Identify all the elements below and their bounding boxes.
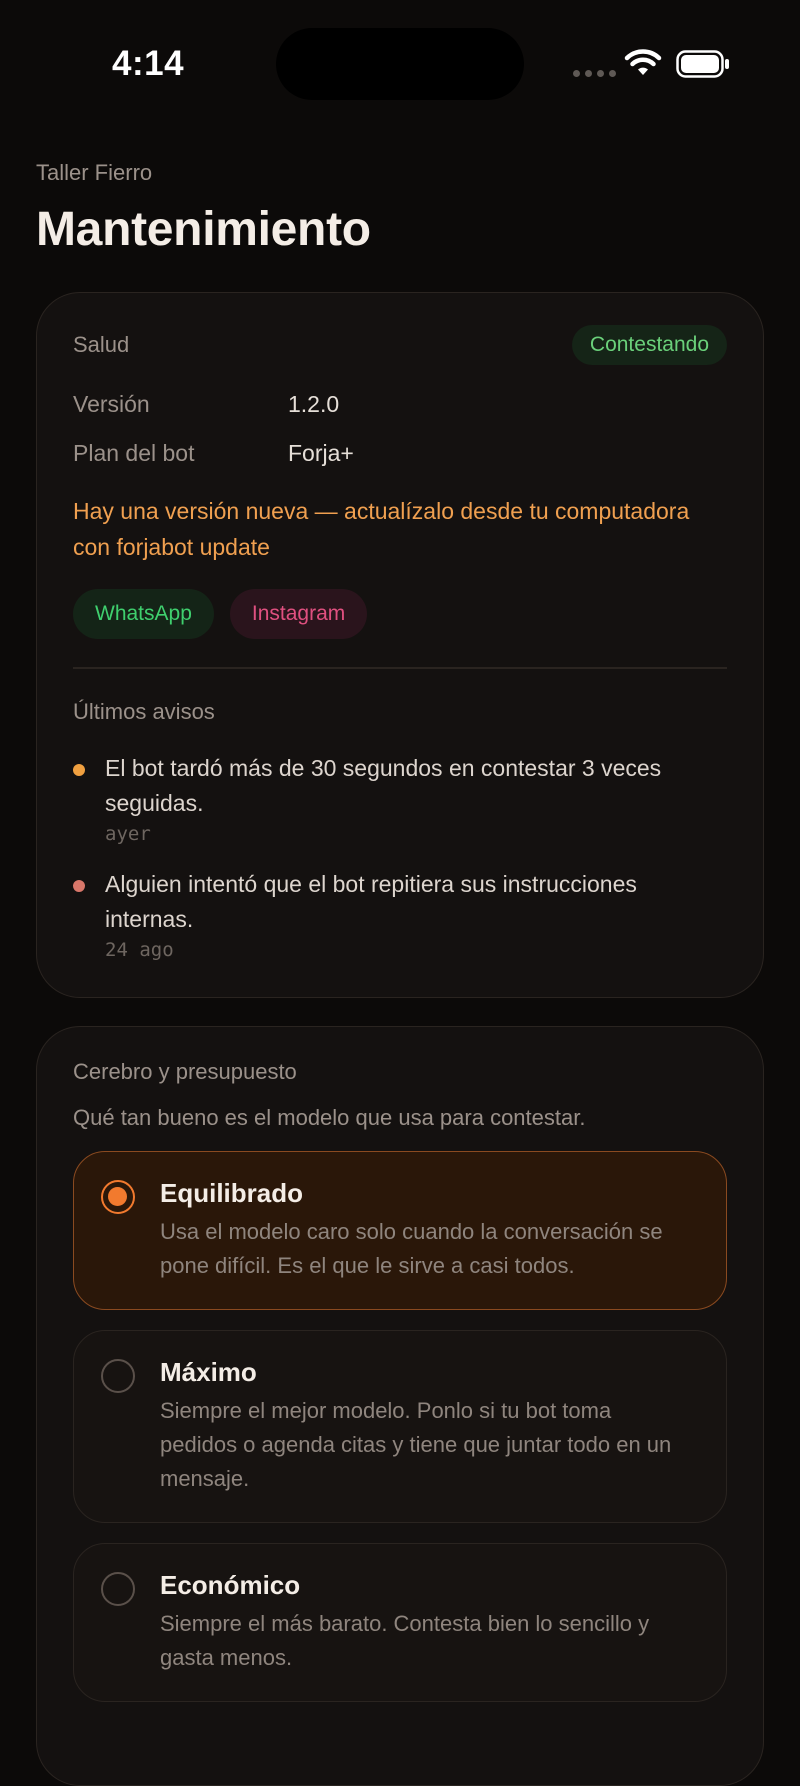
alerts-label: Últimos avisos bbox=[73, 698, 215, 724]
brain-title: Cerebro y presupuesto bbox=[73, 1059, 297, 1084]
danger-dot-icon bbox=[73, 879, 85, 892]
option-description: Usa el modelo caro solo cuando la conver… bbox=[160, 1219, 663, 1278]
plan-label: Plan del bot bbox=[73, 440, 195, 466]
channel-chip-instagram[interactable]: Instagram bbox=[229, 589, 368, 639]
status-bar: 4:14 bbox=[0, 0, 800, 130]
radio-unselected-icon[interactable] bbox=[101, 1572, 135, 1606]
channel-chip-whatsapp[interactable]: WhatsApp bbox=[73, 589, 214, 639]
alert-item: Alguien intentó que el bot repitiera sus… bbox=[73, 867, 727, 961]
alert-time: ayer bbox=[105, 822, 151, 845]
version-label: Versión bbox=[73, 391, 150, 417]
page-title: Mantenimiento bbox=[36, 203, 371, 256]
update-notice: Hay una versión nueva — actualízalo desd… bbox=[73, 498, 690, 560]
dynamic-island bbox=[276, 28, 524, 100]
battery-icon bbox=[676, 50, 729, 78]
cellular-signal-icon bbox=[573, 70, 616, 77]
wifi-icon bbox=[624, 49, 662, 75]
option-title: Máximo bbox=[160, 1357, 257, 1387]
option-description: Siempre el mejor modelo. Ponlo si tu bot… bbox=[160, 1398, 672, 1491]
alert-text: El bot tardó más de 30 segundos en conte… bbox=[105, 754, 662, 816]
option-description: Siempre el más barato. Contesta bien lo … bbox=[160, 1611, 650, 1670]
org-name: Taller Fierro bbox=[36, 160, 153, 185]
divider bbox=[73, 667, 727, 669]
plan-row: Plan del bot Forja+ bbox=[73, 440, 727, 467]
alert-time: 24 ago bbox=[105, 938, 174, 961]
page-header: Taller Fierro Mantenimiento bbox=[36, 160, 764, 257]
version-row: Versión 1.2.0 bbox=[73, 391, 727, 418]
radio-unselected-icon[interactable] bbox=[101, 1359, 135, 1393]
option-title: Equilibrado bbox=[160, 1178, 303, 1208]
status-badge: Contestando bbox=[571, 325, 727, 365]
alert-item: El bot tardó más de 30 segundos en conte… bbox=[73, 751, 727, 845]
alert-text: Alguien intentó que el bot repitiera sus… bbox=[105, 870, 637, 932]
model-option-economico[interactable]: Económico Siempre el más barato. Contest… bbox=[73, 1543, 727, 1702]
model-option-maximo[interactable]: Máximo Siempre el mejor modelo. Ponlo si… bbox=[73, 1330, 727, 1523]
model-option-equilibrado[interactable]: Equilibrado Usa el modelo caro solo cuan… bbox=[73, 1151, 727, 1310]
radio-selected-icon[interactable] bbox=[101, 1180, 135, 1214]
clock: 4:14 bbox=[112, 44, 185, 83]
option-title: Económico bbox=[160, 1570, 301, 1600]
brain-budget-card: Cerebro y presupuesto Qué tan bueno es e… bbox=[36, 1026, 764, 1786]
version-value: 1.2.0 bbox=[288, 391, 340, 417]
brain-subtitle: Qué tan bueno es el modelo que usa para … bbox=[73, 1105, 586, 1130]
channel-list: WhatsApp Instagram bbox=[73, 589, 727, 639]
health-card: Salud Contestando Versión 1.2.0 Plan del… bbox=[36, 292, 764, 998]
warning-dot-icon bbox=[73, 763, 85, 776]
health-label: Salud bbox=[73, 332, 130, 357]
plan-value: Forja+ bbox=[288, 440, 354, 466]
